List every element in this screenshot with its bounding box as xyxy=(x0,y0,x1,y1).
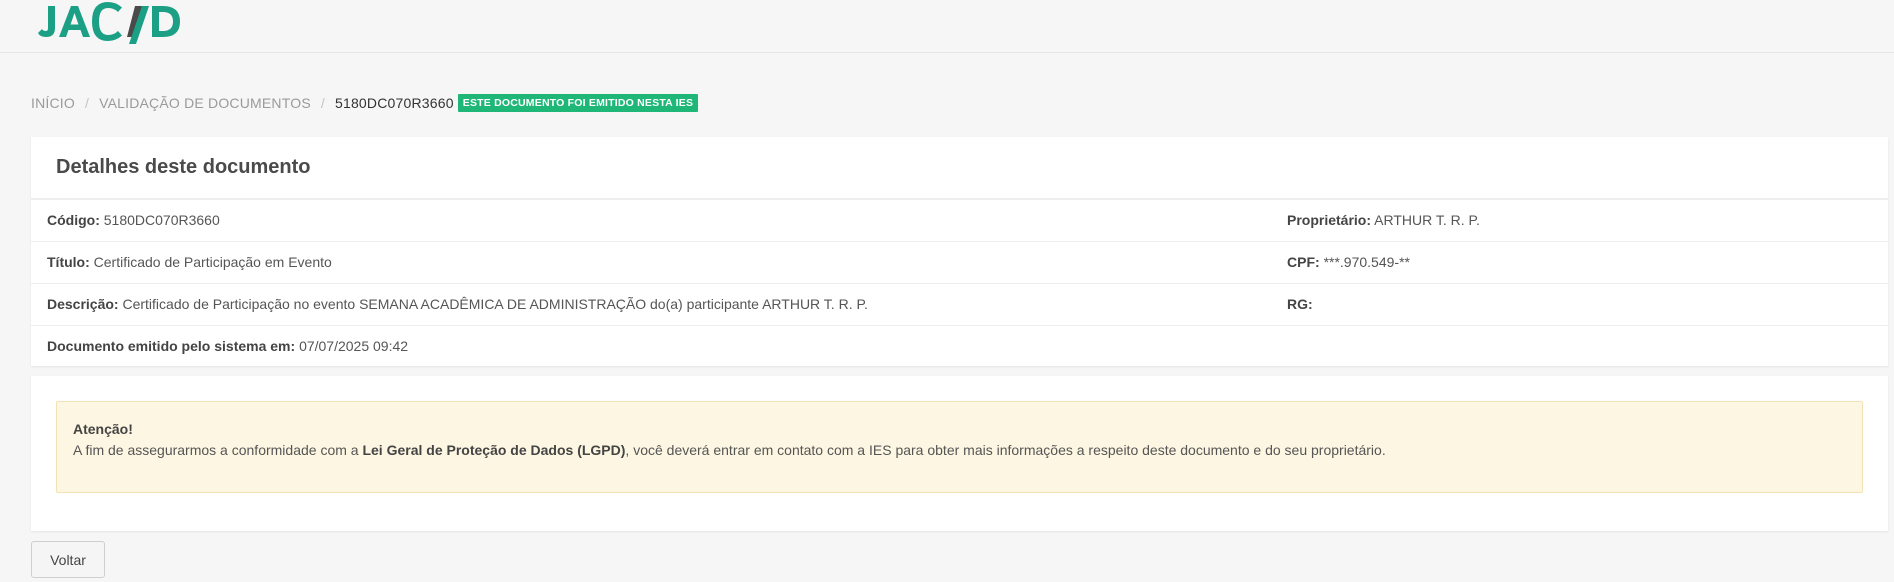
rg-field: RG: xyxy=(1287,296,1313,312)
issued-status-badge: ESTE DOCUMENTO FOI EMITIDO NESTA IES xyxy=(457,94,699,112)
cpf-label: CPF: xyxy=(1287,254,1320,270)
cpf-field: CPF: ***.970.549-** xyxy=(1287,254,1410,270)
alert-title: Atenção! xyxy=(73,421,133,437)
alert-text-after: , você deverá entrar em contato com a IE… xyxy=(625,442,1386,458)
issued-at-field: Documento emitido pelo sistema em: 07/07… xyxy=(47,338,408,354)
title-label: Título: xyxy=(47,254,90,270)
code-label: Código: xyxy=(47,212,100,228)
alert-text-before: A fim de assegurarmos a conformidade com… xyxy=(73,442,363,458)
owner-label: Proprietário: xyxy=(1287,212,1372,228)
detail-row-description: Descrição: Certificado de Participação n… xyxy=(31,283,1888,326)
cpf-value: ***.970.549-** xyxy=(1323,254,1410,270)
issued-at-value: 07/07/2025 09:42 xyxy=(299,338,409,354)
lgpd-notice-card: Atenção! A fim de assegurarmos a conform… xyxy=(31,376,1888,531)
breadcrumb: INÍCIO / VALIDAÇÃO DE DOCUMENTOS / 5180D… xyxy=(31,92,699,114)
alert-text-lgpd: Lei Geral de Proteção de Dados (LGPD) xyxy=(362,442,626,458)
description-label: Descrição: xyxy=(47,296,119,312)
detail-row-title: Título: Certificado de Participação em E… xyxy=(31,241,1888,284)
jacad-logo[interactable] xyxy=(38,0,188,48)
breadcrumb-separator: / xyxy=(84,95,90,111)
details-title: Detalhes deste documento xyxy=(56,156,311,178)
breadcrumb-validation-link[interactable]: VALIDAÇÃO DE DOCUMENTOS xyxy=(99,95,311,111)
description-value: Certificado de Participação no evento SE… xyxy=(122,296,868,312)
top-bar xyxy=(0,0,1894,53)
title-value: Certificado de Participação em Evento xyxy=(93,254,332,270)
back-button[interactable]: Voltar xyxy=(31,541,105,578)
rg-label: RG: xyxy=(1287,296,1313,312)
description-field: Descrição: Certificado de Participação n… xyxy=(47,296,868,312)
issued-at-label: Documento emitido pelo sistema em: xyxy=(47,338,296,354)
lgpd-alert: Atenção! A fim de assegurarmos a conform… xyxy=(56,401,1863,493)
detail-row-issued-at: Documento emitido pelo sistema em: 07/07… xyxy=(31,325,1888,368)
code-value: 5180DC070R3660 xyxy=(103,212,220,228)
code-field: Código: 5180DC070R3660 xyxy=(47,212,220,228)
alert-message: A fim de assegurarmos a conformidade com… xyxy=(73,442,1386,458)
document-details-card: Detalhes deste documento Código: 5180DC0… xyxy=(31,137,1888,366)
breadcrumb-home-link[interactable]: INÍCIO xyxy=(31,95,75,111)
jacad-logo-mark xyxy=(38,2,180,44)
detail-row-code: Código: 5180DC070R3660 Proprietário: ART… xyxy=(31,199,1888,242)
owner-field: Proprietário: ARTHUR T. R. P. xyxy=(1287,212,1480,228)
breadcrumb-current-code: 5180DC070R3660 xyxy=(334,95,454,111)
owner-value: ARTHUR T. R. P. xyxy=(1374,212,1480,228)
title-field: Título: Certificado de Participação em E… xyxy=(47,254,332,270)
breadcrumb-separator: / xyxy=(320,95,325,111)
